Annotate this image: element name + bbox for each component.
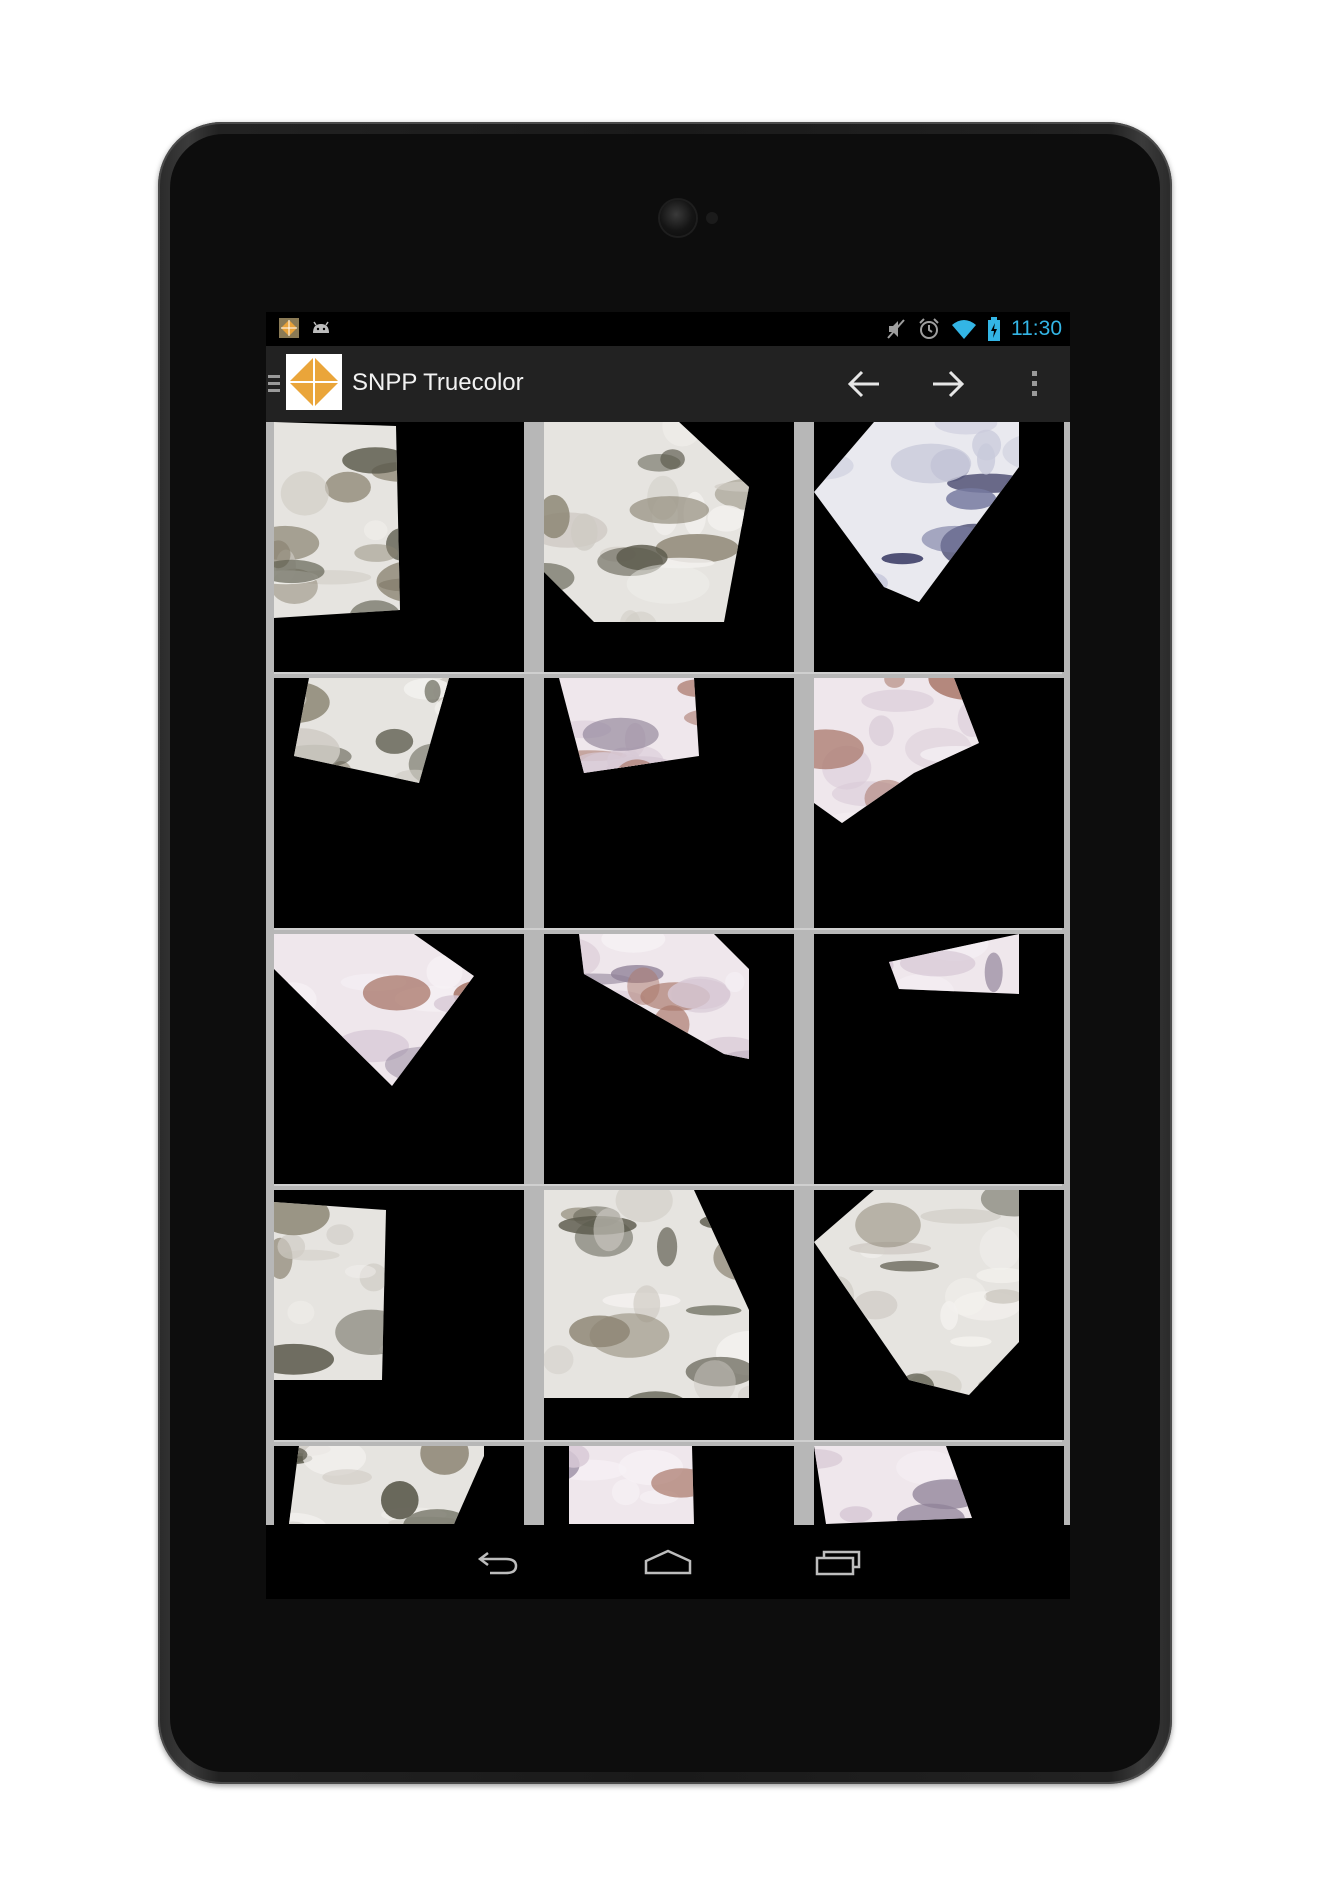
gallery-tile-swath-14[interactable] xyxy=(544,1446,794,1525)
gallery-tile-swath-3[interactable] xyxy=(814,422,1064,672)
satellite-image xyxy=(294,678,449,783)
satellite-image xyxy=(569,1446,694,1524)
alarm-icon xyxy=(919,318,939,339)
row-divider xyxy=(274,672,1062,674)
home-icon xyxy=(644,1549,692,1575)
gallery-tile-swath-10[interactable] xyxy=(274,1190,524,1440)
status-bar: 11:30 xyxy=(266,312,1070,346)
overflow-menu-button[interactable] xyxy=(1010,360,1058,408)
row-divider xyxy=(274,1184,1062,1186)
gallery-tile-swath-9[interactable] xyxy=(814,934,1064,1184)
gallery-tile-swath-5[interactable] xyxy=(544,678,794,928)
satellite-image xyxy=(274,934,474,1086)
overflow-menu-icon xyxy=(1032,371,1037,396)
gallery-tile-swath-8[interactable] xyxy=(544,934,794,1184)
screen: 11:30 SNPP Truecolor xyxy=(266,312,1070,1599)
satellite-image xyxy=(274,1202,386,1380)
back-arrow-icon xyxy=(847,370,879,398)
status-clock: 11:30 xyxy=(1011,317,1062,340)
gallery-tile-swath-4[interactable] xyxy=(274,678,524,928)
system-navigation-bar xyxy=(266,1525,1070,1599)
satellite-image xyxy=(814,1446,972,1524)
gallery-tile-swath-15[interactable] xyxy=(814,1446,1064,1525)
nav-back-button[interactable] xyxy=(458,1537,538,1587)
gallery-tile-swath-11[interactable] xyxy=(544,1190,794,1440)
satellite-image xyxy=(579,934,749,1059)
satellite-image xyxy=(544,422,749,622)
row-divider xyxy=(274,1440,1062,1442)
nav-home-button[interactable] xyxy=(628,1537,708,1587)
previous-button[interactable] xyxy=(840,360,888,408)
mute-icon xyxy=(887,319,905,339)
satellite-image xyxy=(814,678,979,823)
gallery-tile-swath-6[interactable] xyxy=(814,678,1064,928)
gallery-tile-swath-12[interactable] xyxy=(814,1190,1064,1440)
next-button[interactable] xyxy=(924,360,972,408)
orange-diamond-logo-icon[interactable] xyxy=(286,354,342,410)
nav-recents-button[interactable] xyxy=(798,1537,878,1587)
gallery-tile-swath-13[interactable] xyxy=(274,1446,524,1525)
satellite-image xyxy=(814,422,1019,602)
battery-charging-icon xyxy=(988,317,1000,341)
back-arrow-icon xyxy=(477,1552,518,1575)
satellite-image xyxy=(289,1446,484,1524)
satellite-image xyxy=(544,1190,749,1398)
wifi-icon xyxy=(952,320,976,339)
satellite-app-notification-icon xyxy=(279,318,299,338)
gallery-tile-swath-1[interactable] xyxy=(274,422,524,672)
gallery-tile-swath-7[interactable] xyxy=(274,934,524,1184)
gallery-tile-swath-2[interactable] xyxy=(544,422,794,672)
action-bar: SNPP Truecolor xyxy=(266,346,1070,422)
forward-arrow-icon xyxy=(933,370,965,398)
satellite-image xyxy=(559,678,699,773)
image-gallery-grid[interactable] xyxy=(266,422,1070,1525)
light-sensor xyxy=(706,212,718,224)
satellite-image xyxy=(889,934,1019,994)
recent-apps-icon xyxy=(815,1550,861,1576)
satellite-image xyxy=(274,422,400,618)
app-title: SNPP Truecolor xyxy=(352,369,524,396)
row-divider xyxy=(274,928,1062,930)
drawer-indicator-icon[interactable] xyxy=(268,372,280,396)
front-camera xyxy=(660,200,696,236)
satellite-image xyxy=(814,1190,1019,1395)
android-debug-icon xyxy=(313,321,329,333)
